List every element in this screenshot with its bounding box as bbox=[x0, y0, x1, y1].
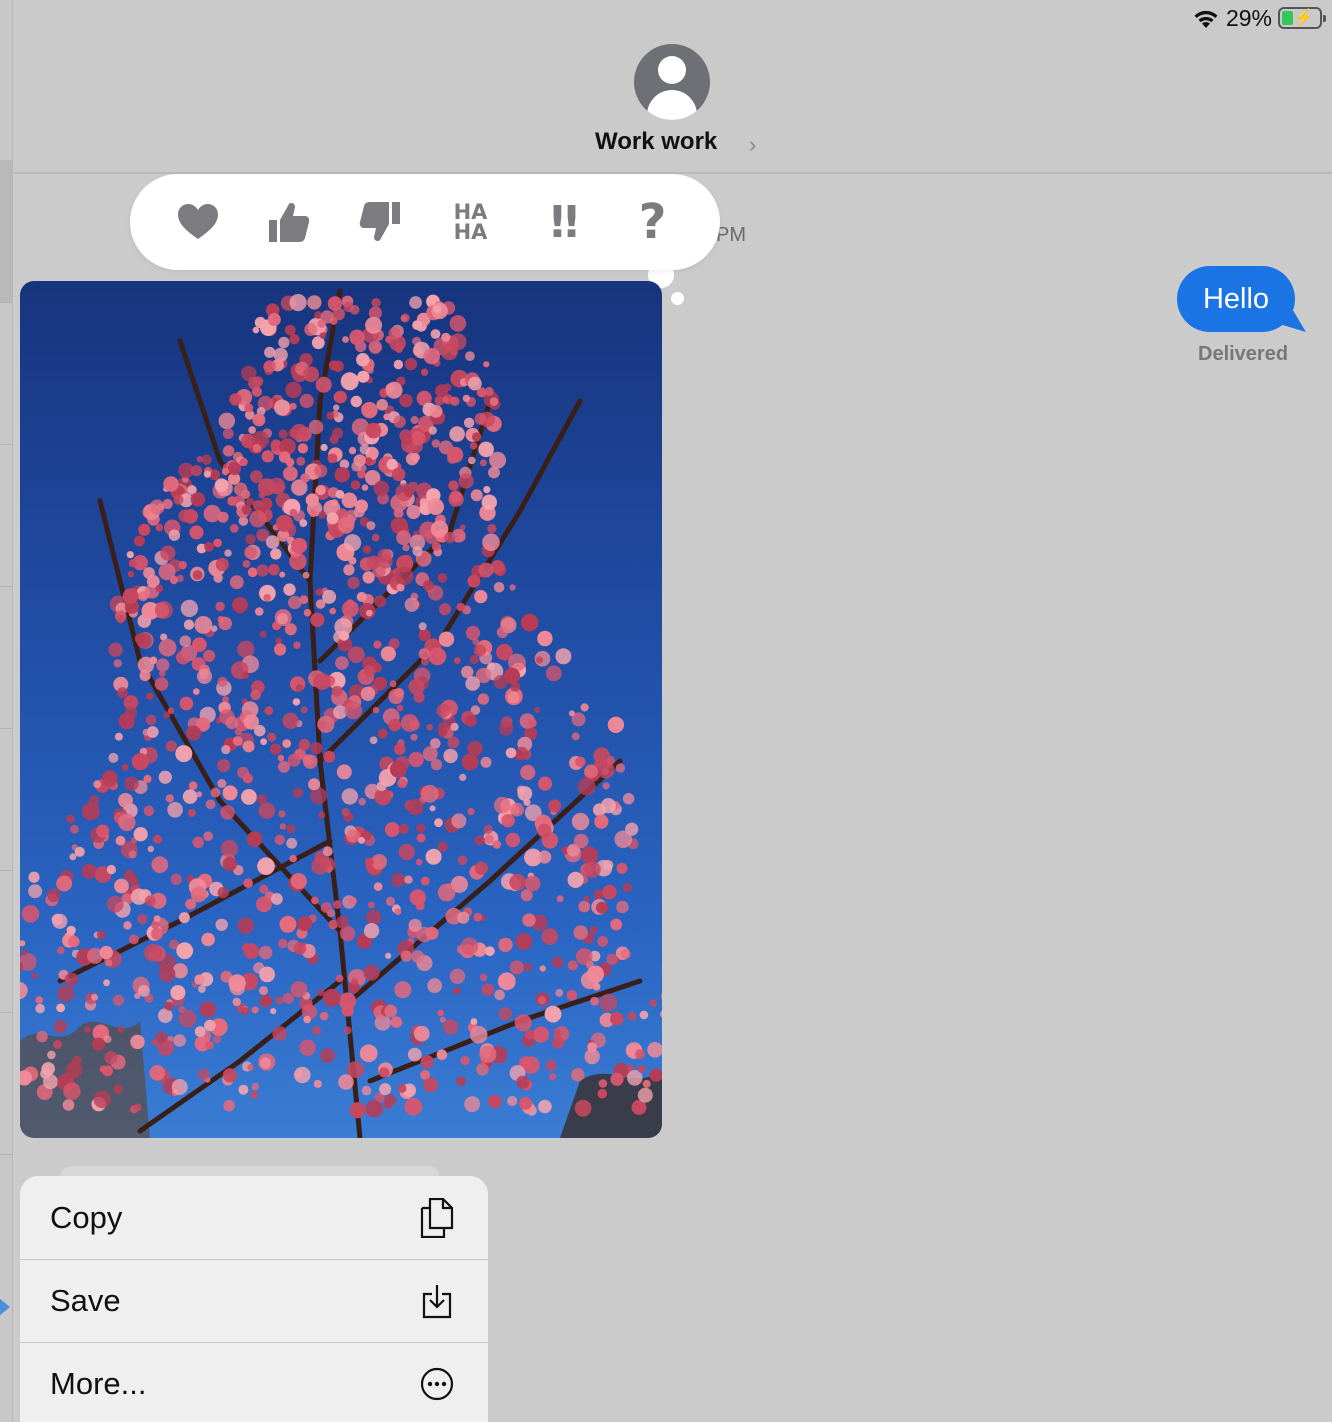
delivery-status: Delivered bbox=[1198, 343, 1289, 365]
tapback-bar: HA HA !! ? bbox=[130, 174, 720, 270]
contact-name[interactable]: Work work bbox=[595, 128, 717, 156]
exclamation-icon[interactable]: !! bbox=[532, 192, 592, 252]
tapback-pointer-dot-small bbox=[671, 292, 684, 305]
charging-bolt-icon: ⚡ bbox=[1293, 8, 1315, 27]
haha-icon[interactable]: HA HA bbox=[441, 192, 501, 252]
outgoing-message-bubble[interactable]: Hello bbox=[1177, 266, 1295, 332]
context-menu: Copy Save More... bbox=[20, 1176, 488, 1422]
status-bar: 29% ⚡ bbox=[1192, 4, 1326, 32]
menu-item-label: Save bbox=[50, 1283, 121, 1318]
question-icon[interactable]: ? bbox=[623, 192, 683, 252]
conversation-list-edge[interactable] bbox=[0, 0, 13, 1422]
heart-icon[interactable] bbox=[168, 192, 228, 252]
menu-item-copy[interactable]: Copy bbox=[20, 1176, 488, 1259]
conversation-header: Work work › bbox=[13, 0, 1332, 174]
menu-item-more[interactable]: More... bbox=[20, 1342, 488, 1422]
photo-image[interactable] bbox=[20, 281, 662, 1138]
messages-screen: Work work › 29% ⚡ PM Hello Delivered HA … bbox=[0, 0, 1332, 1422]
blossom-tree-illustration bbox=[20, 288, 662, 1138]
blossom-clusters bbox=[20, 294, 662, 1119]
person-icon[interactable] bbox=[634, 44, 710, 120]
chevron-right-icon[interactable]: › bbox=[749, 132, 756, 158]
battery-icon: ⚡ bbox=[1278, 7, 1326, 29]
copy-icon bbox=[420, 1197, 454, 1238]
thumbs-up-icon[interactable] bbox=[259, 192, 319, 252]
message-timestamp: PM bbox=[716, 224, 746, 246]
menu-item-label: Copy bbox=[50, 1199, 123, 1235]
battery-percent: 29% bbox=[1225, 4, 1272, 31]
menu-item-save[interactable]: Save bbox=[20, 1259, 488, 1342]
thumbs-down-icon[interactable] bbox=[350, 192, 410, 252]
more-icon bbox=[420, 1365, 454, 1403]
menu-item-label: More... bbox=[50, 1366, 147, 1401]
wifi-icon bbox=[1192, 7, 1220, 29]
save-icon bbox=[420, 1282, 454, 1320]
haha-line-2: HA bbox=[453, 220, 488, 244]
